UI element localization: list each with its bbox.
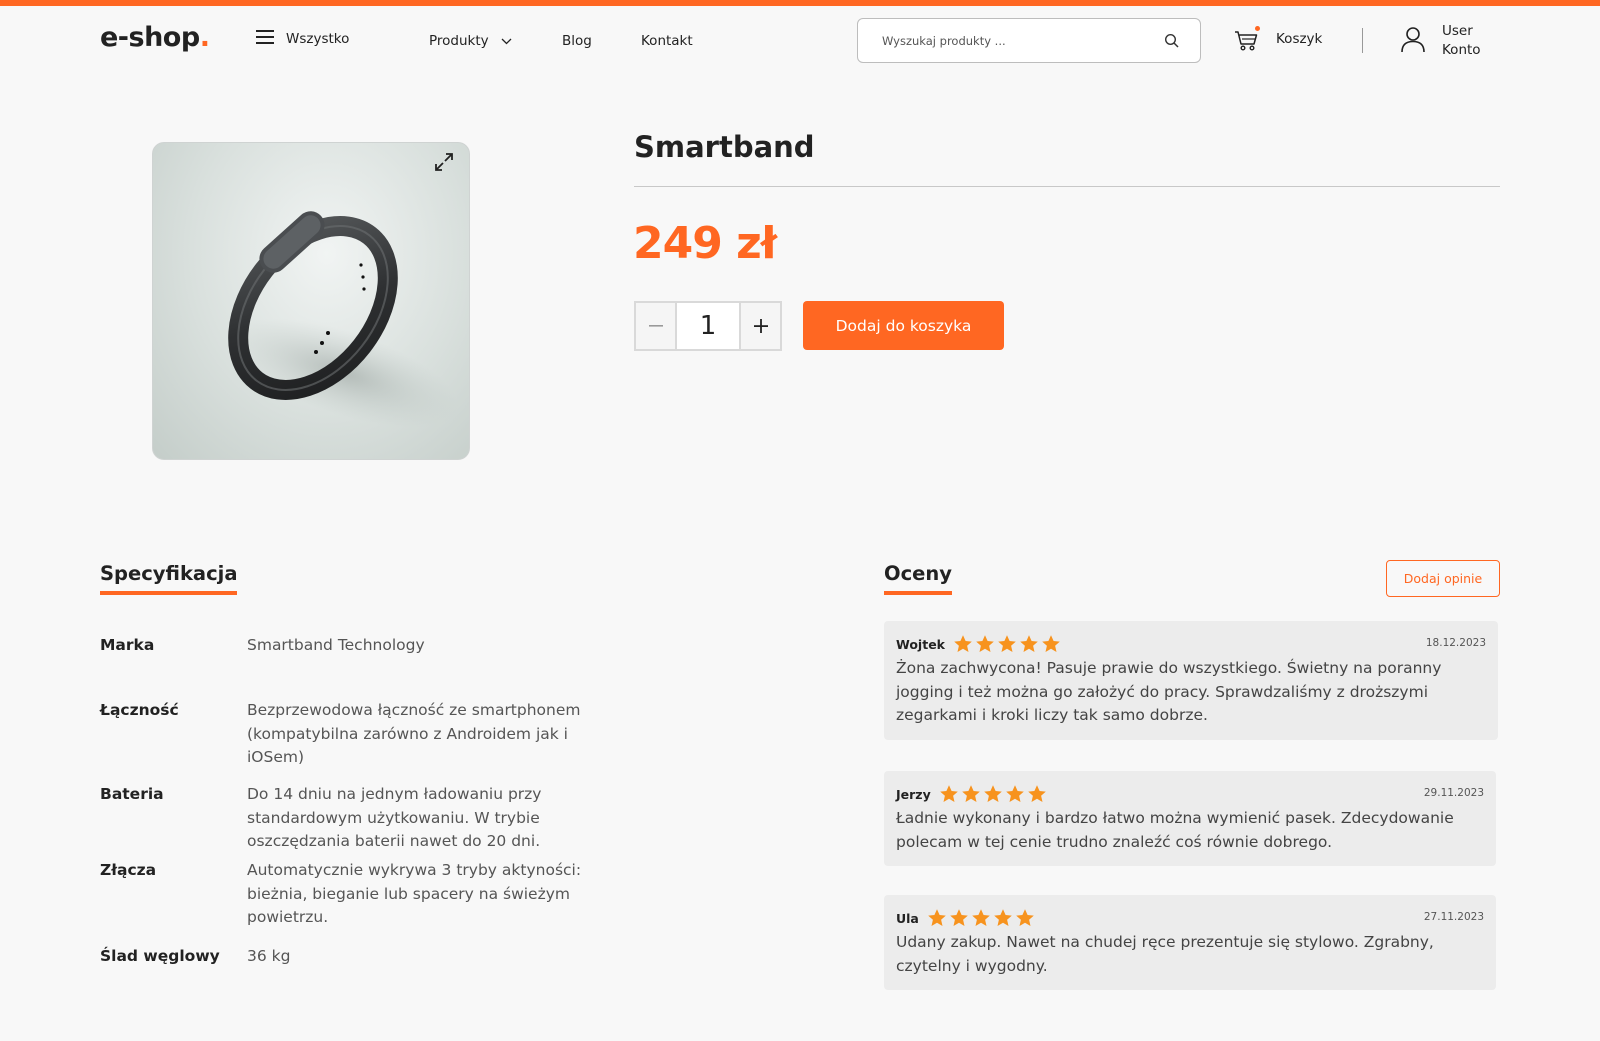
search-icon[interactable] bbox=[1164, 33, 1180, 49]
quantity-decrease-button[interactable] bbox=[636, 303, 675, 349]
spec-value: Bezprzewodowa łączność ze smartphonem (k… bbox=[247, 701, 581, 766]
star-icon bbox=[954, 635, 972, 652]
specs-title: Specyfikacja bbox=[100, 562, 238, 595]
account-text: User Konto bbox=[1442, 22, 1481, 60]
logo[interactable]: e-shop. bbox=[100, 22, 210, 53]
logo-dot: . bbox=[199, 22, 210, 53]
review-header: Ula 27.11.2023 bbox=[896, 907, 1484, 929]
product-image[interactable] bbox=[152, 142, 470, 460]
top-accent-bar bbox=[0, 0, 1600, 6]
spec-key: Złącza bbox=[100, 861, 157, 879]
search-input[interactable] bbox=[882, 33, 1164, 48]
star-icon bbox=[928, 909, 946, 926]
spec-row: Złącza Automatycznie wykrywa 3 tryby akt… bbox=[100, 859, 600, 930]
spec-key: Marka bbox=[100, 636, 155, 654]
nav-products[interactable]: Produkty bbox=[429, 33, 512, 49]
star-icon bbox=[1027, 785, 1046, 802]
rating-stars bbox=[927, 908, 1035, 928]
star-icon bbox=[983, 785, 1002, 802]
product-title: Smartband bbox=[634, 130, 815, 164]
add-review-button[interactable]: Dodaj opinie bbox=[1386, 560, 1500, 597]
quantity-stepper: 1 bbox=[634, 301, 782, 351]
spec-key: Bateria bbox=[100, 785, 164, 803]
nav-blog[interactable]: Blog bbox=[562, 33, 592, 49]
review-card: Ula 27.11.2023 Udany zakup. Nawet na chu… bbox=[884, 895, 1496, 990]
smartband-image bbox=[228, 211, 458, 428]
review-card: Wojtek 18.12.2023 Żona zachwycona! Pasuj… bbox=[884, 621, 1498, 740]
review-card: Jerzy 29.11.2023 Ładnie wykonany i bardz… bbox=[884, 771, 1496, 866]
review-author: Wojtek bbox=[896, 636, 945, 652]
star-icon bbox=[994, 909, 1012, 926]
all-categories-label: Wszystko bbox=[286, 31, 350, 47]
quantity-increase-button[interactable] bbox=[741, 303, 780, 349]
spec-value: Automatycznie wykrywa 3 tryby aktyności:… bbox=[247, 861, 582, 926]
review-author: Jerzy bbox=[896, 786, 931, 802]
logo-text: e-shop bbox=[100, 22, 200, 53]
spec-key: Ślad węglowy bbox=[100, 947, 220, 965]
account-button[interactable]: User Konto bbox=[1400, 22, 1481, 60]
star-icon bbox=[1042, 635, 1060, 652]
star-icon bbox=[1020, 635, 1038, 652]
nav-contact[interactable]: Kontakt bbox=[641, 33, 693, 49]
account-user-label: User bbox=[1442, 23, 1473, 39]
spec-row: Bateria Do 14 dniu na jednym ładowaniu p… bbox=[100, 783, 600, 854]
cart-label: Koszyk bbox=[1276, 31, 1323, 47]
review-text: Udany zakup. Nawet na chudej ręce prezen… bbox=[896, 933, 1434, 975]
header-divider bbox=[1362, 28, 1363, 53]
review-date: 29.11.2023 bbox=[1423, 787, 1484, 799]
chevron-down-icon bbox=[501, 33, 512, 49]
nav-products-label: Produkty bbox=[429, 33, 489, 49]
star-icon bbox=[1016, 909, 1034, 926]
review-author: Ula bbox=[896, 910, 919, 926]
rating-stars bbox=[939, 784, 1047, 804]
cart-icon bbox=[1234, 26, 1260, 52]
spec-value: Do 14 dniu na jednym ładowaniu przy stan… bbox=[247, 785, 542, 850]
spec-key: Łączność bbox=[100, 701, 179, 719]
expand-icon[interactable] bbox=[433, 151, 455, 173]
rating-stars bbox=[953, 634, 1061, 654]
review-date: 18.12.2023 bbox=[1425, 637, 1486, 649]
product-price: 249 zł bbox=[633, 218, 777, 269]
spec-value: Smartband Technology bbox=[247, 636, 425, 654]
title-divider bbox=[634, 186, 1500, 187]
review-text: Ładnie wykonany i bardzo łatwo można wym… bbox=[896, 809, 1454, 851]
review-date: 27.11.2023 bbox=[1423, 911, 1484, 923]
reviews-title: Oceny bbox=[884, 562, 952, 595]
review-text: Żona zachwycona! Pasuje prawie do wszyst… bbox=[896, 659, 1442, 724]
cart-button[interactable]: Koszyk bbox=[1234, 26, 1322, 52]
user-icon bbox=[1400, 25, 1426, 57]
star-icon bbox=[939, 785, 958, 802]
spec-value: 36 kg bbox=[247, 947, 291, 965]
spec-row: Ślad węglowy 36 kg bbox=[100, 945, 600, 969]
star-icon bbox=[972, 909, 990, 926]
review-header: Jerzy 29.11.2023 bbox=[896, 783, 1484, 805]
review-header: Wojtek 18.12.2023 bbox=[896, 633, 1486, 655]
star-icon bbox=[998, 635, 1016, 652]
cart-notification-dot bbox=[1255, 26, 1260, 31]
quantity-value[interactable]: 1 bbox=[675, 303, 741, 349]
spec-row: Marka Smartband Technology bbox=[100, 634, 600, 658]
star-icon bbox=[961, 785, 980, 802]
all-categories-button[interactable]: Wszystko bbox=[256, 30, 349, 48]
star-icon bbox=[976, 635, 994, 652]
plus-icon bbox=[753, 319, 768, 333]
minus-icon bbox=[648, 325, 663, 327]
search-bar bbox=[857, 18, 1201, 63]
star-icon bbox=[1005, 785, 1024, 802]
hamburger-icon bbox=[256, 30, 274, 48]
star-icon bbox=[950, 909, 968, 926]
account-label: Konto bbox=[1442, 42, 1481, 58]
spec-row: Łączność Bezprzewodowa łączność ze smart… bbox=[100, 699, 600, 770]
add-to-cart-button[interactable]: Dodaj do koszyka bbox=[803, 301, 1004, 350]
